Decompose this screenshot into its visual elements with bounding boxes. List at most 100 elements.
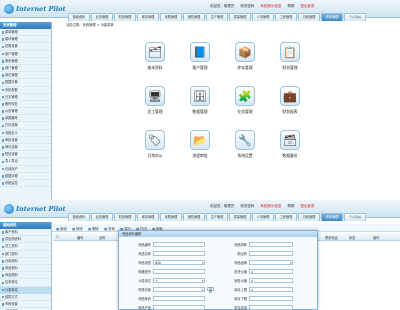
sidebar-item[interactable]: 商品类别 (0, 272, 51, 280)
sidebar-item[interactable]: 邮件设置 (0, 144, 51, 152)
function-icon-item[interactable]: 🧩 业务管理 (225, 86, 265, 115)
nav-tab[interactable]: 个人办公 (344, 213, 366, 221)
nav-tab[interactable]: 系统管理 (321, 13, 343, 21)
sidebar-item[interactable]: 仓库资料 (0, 258, 51, 265)
function-icon[interactable]: 🗃 (280, 130, 300, 150)
nav-tab[interactable]: 系统管理 (321, 213, 343, 221)
form-input[interactable] (249, 296, 293, 301)
nav-tab[interactable]: 人事管理 (252, 13, 274, 21)
sidebar-item[interactable]: 日志管理 (0, 94, 51, 101)
form-input[interactable]: 0 (249, 287, 293, 292)
sidebar-item[interactable]: 打印设置 (0, 122, 51, 130)
sidebar-item[interactable]: 系统参数 (0, 87, 51, 94)
sidebar-item[interactable]: 系统监控 (0, 180, 51, 188)
form-input[interactable]: 0 (249, 269, 293, 274)
nav-tab[interactable]: 人事管理 (252, 213, 274, 221)
select-all-checkbox[interactable]: ☐ (56, 235, 59, 239)
form-input[interactable]: 0 (249, 278, 293, 283)
function-icon[interactable]: 🗂 (145, 42, 165, 62)
nav-tab[interactable]: 财务管理 (114, 13, 136, 21)
nav-tab[interactable]: 库存管理 (137, 13, 159, 21)
function-icon-item[interactable]: 🖥 员工管理 (135, 86, 175, 115)
nav-tab[interactable]: 销售管理 (183, 213, 205, 221)
help-link[interactable]: 帮助 (287, 204, 294, 209)
nav-tab[interactable]: 质量管理 (229, 213, 251, 221)
sidebar-item[interactable]: 角色管理 (0, 58, 51, 65)
sidebar-item[interactable]: 员工资料 (0, 243, 51, 251)
change-password-link[interactable]: 修改密码 (240, 204, 254, 209)
nav-tab[interactable]: 个人办公 (344, 13, 366, 21)
sidebar-item[interactable]: 短信设置 (0, 151, 51, 159)
nav-tab[interactable]: 质量管理 (229, 13, 251, 21)
function-icon[interactable]: 🗄 (190, 86, 210, 106)
sidebar-item[interactable]: 币种设置 (0, 301, 51, 309)
nav-tab[interactable]: 行政管理 (298, 13, 320, 21)
sidebar-item[interactable]: 单据编号 (0, 115, 51, 123)
form-input[interactable] (249, 251, 293, 256)
nav-tab[interactable]: 业务管理 (91, 13, 113, 21)
sidebar-item[interactable]: 数据字典 (0, 79, 51, 87)
sidebar-item[interactable]: 用户管理 (0, 51, 51, 58)
sidebar-item[interactable]: 流程定义 (0, 130, 51, 137)
sidebar-item[interactable]: 岗位管理 (0, 72, 51, 80)
toolbar-button[interactable]: 新增 (56, 226, 67, 231)
sidebar-item[interactable]: 往来单位 (0, 279, 51, 287)
sidebar-item[interactable]: 数据清理 (0, 173, 51, 180)
sidebar-item[interactable]: 在线用户 (0, 166, 51, 173)
function-icon-item[interactable]: 🔧 系统设置 (225, 130, 265, 159)
nav-tab[interactable]: 基础资料 (68, 13, 90, 21)
function-icon[interactable]: 💼 (280, 86, 300, 106)
function-icon-item[interactable]: 🏷 日常办公 (135, 130, 175, 159)
sidebar-item[interactable]: 公告管理 (0, 108, 51, 116)
function-icon-item[interactable]: 🗄 数据管理 (180, 86, 220, 115)
nav-tab[interactable]: 财务管理 (114, 213, 136, 221)
sidebar-item[interactable]: 导入导出 (0, 158, 51, 166)
function-icon-item[interactable]: 📋 财务管理 (270, 42, 310, 71)
function-icon[interactable]: 📂 (190, 130, 210, 150)
sidebar-item[interactable]: 商品资料 (0, 265, 51, 273)
form-input[interactable] (249, 305, 293, 310)
sidebar-item[interactable]: 权限设置 (0, 43, 51, 51)
toolbar-button[interactable]: 查询 (104, 226, 115, 231)
announcement-link[interactable]: 系统提示信息 (260, 204, 281, 209)
function-icon[interactable]: 📘 (190, 42, 210, 62)
nav-tab[interactable]: 基础资料 (68, 213, 90, 221)
sidebar-item[interactable]: 模块管理 (0, 36, 51, 44)
nav-tab[interactable]: 库存管理 (137, 213, 159, 221)
nav-tab[interactable]: 采购管理 (160, 213, 182, 221)
toolbar-button[interactable]: 修改 (72, 226, 83, 231)
function-icon-item[interactable]: 📂 流程审批 (180, 130, 220, 159)
sidebar-item[interactable]: 客户资料 (0, 229, 51, 237)
function-icon-item[interactable]: 🗃 数据备份 (270, 130, 310, 159)
logout-link[interactable]: 退出登录 (300, 204, 314, 209)
form-input[interactable] (249, 242, 293, 247)
function-icon[interactable]: 🏷 (145, 130, 165, 150)
toolbar-button[interactable]: 删除 (88, 226, 99, 231)
nav-tab[interactable]: 工资管理 (275, 213, 297, 221)
nav-tab[interactable]: 业务管理 (91, 213, 113, 221)
function-icon[interactable]: 📋 (280, 42, 300, 62)
sidebar-item[interactable]: 菜单管理 (0, 29, 51, 37)
function-icon[interactable]: 🔧 (235, 130, 255, 150)
nav-tab[interactable]: 生产管理 (206, 213, 228, 221)
change-password-link[interactable]: 修改密码 (240, 4, 254, 9)
function-icon-item[interactable]: 📦 库存管理 (225, 42, 265, 71)
logout-link[interactable]: 退出登录 (300, 4, 314, 9)
function-icon[interactable]: 📦 (235, 42, 255, 62)
sidebar-item[interactable]: 审批设置 (0, 137, 51, 144)
sidebar-item[interactable]: 计量单位 (0, 286, 51, 294)
function-icon[interactable]: 🧩 (235, 86, 255, 106)
nav-tab[interactable]: 行政管理 (298, 213, 320, 221)
browse-button[interactable]: 选择 (207, 287, 214, 294)
announcement-link[interactable]: 系统提示信息 (260, 4, 281, 9)
sidebar-item[interactable]: 结算方式 (0, 294, 51, 301)
function-icon[interactable]: 🖥 (145, 86, 165, 106)
nav-tab[interactable]: 采购管理 (160, 13, 182, 21)
nav-tab[interactable]: 工资管理 (275, 13, 297, 21)
nav-tab[interactable]: 销售管理 (183, 13, 205, 21)
form-select[interactable] (249, 260, 293, 265)
sidebar-item[interactable]: 部门管理 (0, 65, 51, 73)
function-icon-item[interactable]: 🗂 基本资料 (135, 42, 175, 71)
sidebar-item[interactable]: 部门资料 (0, 251, 51, 258)
function-icon-item[interactable]: 💼 财务报表 (270, 86, 310, 115)
